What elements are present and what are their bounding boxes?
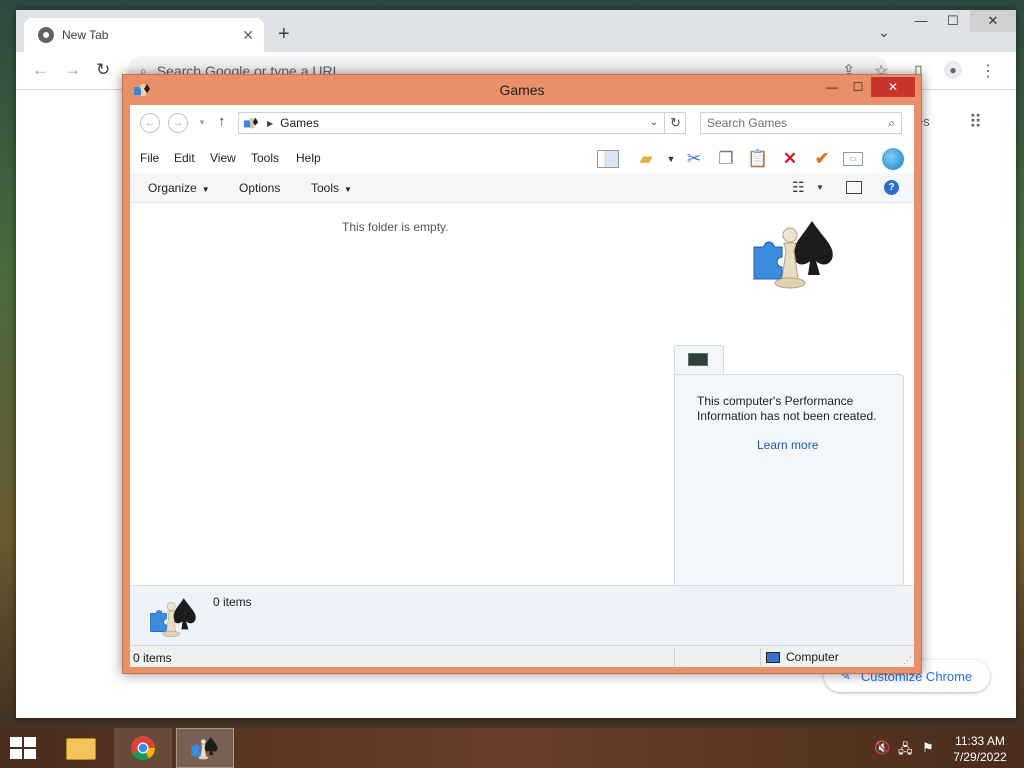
- games-icon: [243, 117, 259, 129]
- windows-start-icon[interactable]: [10, 737, 38, 759]
- games-icon: [191, 737, 218, 760]
- change-view-icon[interactable]: ☷: [792, 179, 805, 196]
- chevron-down-icon: ▼: [344, 185, 352, 194]
- command-bar: Organize ▼ Options Tools ▼ ☷ ▼ ?: [130, 173, 914, 203]
- menu-help[interactable]: Help: [296, 151, 321, 165]
- apps-grid-icon[interactable]: ⠿: [969, 112, 982, 133]
- games-maximize-button[interactable]: ☐: [845, 77, 871, 97]
- paste-icon[interactable]: 📋: [747, 148, 769, 170]
- forward-icon[interactable]: →: [168, 113, 188, 133]
- preview-pane-icon[interactable]: [846, 181, 862, 194]
- learn-more-link[interactable]: Learn more: [757, 438, 818, 452]
- chrome-tabstrip: New Tab ✕ + ⌄ — ☐ ✕: [16, 10, 1016, 52]
- details-pane: 0 items: [130, 585, 914, 645]
- copy-icon[interactable]: ❐: [715, 148, 737, 170]
- games-close-button[interactable]: ✕: [871, 77, 915, 97]
- profile-avatar-icon[interactable]: ●: [944, 61, 962, 79]
- games-body: ← → ▼ ↑ ▶ Games ⌄ ↻ Search Games ⌕ File …: [130, 105, 914, 667]
- organize-button[interactable]: Organize ▼: [148, 181, 210, 195]
- address-bar[interactable]: ▶ Games: [238, 112, 686, 134]
- help-icon[interactable]: ?: [884, 180, 899, 195]
- tab-search-button[interactable]: ⌄: [878, 24, 890, 41]
- performance-tab[interactable]: [674, 345, 724, 375]
- organize-label: Organize: [148, 181, 197, 195]
- properties-icon[interactable]: ▭: [843, 152, 863, 166]
- address-dropdown-icon[interactable]: ⌄: [646, 112, 662, 134]
- back-icon[interactable]: ←: [140, 113, 160, 133]
- forward-icon[interactable]: →: [64, 60, 81, 80]
- monitor-icon: [688, 353, 708, 366]
- menu-view[interactable]: View: [210, 151, 236, 165]
- back-icon[interactable]: ←: [32, 60, 49, 80]
- menu-tools[interactable]: Tools: [251, 151, 279, 165]
- resize-grip-icon[interactable]: ⋰: [903, 655, 912, 666]
- refresh-icon[interactable]: ↻: [664, 112, 686, 134]
- performance-panel: This computer's Performance Information …: [674, 374, 904, 604]
- delete-icon[interactable]: ✕: [779, 148, 801, 170]
- menu-file[interactable]: File: [140, 151, 159, 165]
- view-dropdown-icon[interactable]: ▼: [816, 183, 824, 192]
- status-location: Computer: [766, 650, 839, 664]
- address-row: ← → ▼ ↑ ▶ Games ⌄ ↻ Search Games ⌕: [130, 105, 914, 143]
- chrome-tab-new-tab[interactable]: New Tab ✕: [24, 18, 264, 52]
- chrome-minimize-button[interactable]: —: [906, 10, 936, 32]
- status-item-count: 0 items: [133, 651, 172, 665]
- performance-info-text: This computer's Performance Information …: [697, 394, 877, 423]
- new-tab-button[interactable]: +: [278, 24, 290, 44]
- layout-pane-icon[interactable]: [597, 150, 619, 168]
- taskbar-chrome[interactable]: [114, 728, 172, 768]
- folder-dropdown-icon[interactable]: ▼: [660, 148, 682, 170]
- folder-options-icon[interactable]: ▰: [635, 148, 657, 170]
- status-divider: [760, 648, 761, 666]
- network-icon[interactable]: 🖧: [898, 740, 913, 762]
- taskbar: 🔇 🖧 ⚑ 11:33 AM 7/29/2022: [0, 728, 1024, 768]
- computer-icon: [766, 651, 780, 663]
- games-icon: [150, 598, 196, 638]
- games-titlebar[interactable]: Games — ☐ ✕: [123, 75, 921, 105]
- chrome-close-button[interactable]: ✕: [970, 10, 1016, 32]
- speaker-muted-icon[interactable]: 🔇: [874, 740, 890, 756]
- reload-icon[interactable]: ↻: [96, 60, 110, 80]
- search-icon[interactable]: ⌕: [888, 116, 895, 131]
- tools-button[interactable]: Tools ▼: [311, 181, 352, 195]
- chevron-down-icon: ▼: [201, 185, 210, 194]
- flag-icon[interactable]: ⚑: [922, 740, 934, 756]
- tab-title: New Tab: [62, 28, 109, 42]
- check-icon[interactable]: ✔: [811, 148, 833, 170]
- scissors-icon[interactable]: ✂: [683, 148, 705, 170]
- folder-icon: [66, 738, 96, 760]
- tools-label: Tools: [311, 181, 340, 195]
- options-button[interactable]: Options: [239, 181, 280, 195]
- up-folder-icon[interactable]: ↑: [218, 113, 226, 130]
- puzzle-icon: [753, 241, 783, 280]
- status-location-label: Computer: [786, 650, 839, 664]
- chrome-menu-icon[interactable]: ⋮: [980, 61, 996, 81]
- chrome-icon: [131, 736, 155, 761]
- breadcrumb-games[interactable]: Games: [280, 116, 319, 130]
- status-divider: [674, 648, 675, 666]
- games-window-title: Games: [499, 82, 545, 98]
- empty-folder-message: This folder is empty.: [342, 220, 449, 234]
- search-placeholder: Search Games: [707, 116, 788, 130]
- details-item-count: 0 items: [213, 595, 252, 609]
- menu-edit[interactable]: Edit: [174, 151, 195, 165]
- clock-time: 11:33 AM: [955, 734, 1005, 748]
- tab-close-icon[interactable]: ✕: [242, 27, 254, 44]
- recent-pages-dropdown-icon[interactable]: ▼: [198, 118, 206, 127]
- taskbar-clock[interactable]: 11:33 AM 7/29/2022: [944, 733, 1016, 765]
- globe-icon[interactable]: [882, 148, 904, 170]
- status-bar: 0 items Computer ⋰: [130, 645, 914, 667]
- chrome-icon: [38, 27, 54, 43]
- taskbar-file-explorer[interactable]: [52, 728, 110, 768]
- taskbar-games[interactable]: [176, 728, 234, 768]
- menu-bar: File Edit View Tools Help ▰ ▼ ✂ ❐ 📋 ✕ ✔ …: [130, 143, 914, 173]
- spade-icon: [793, 221, 833, 275]
- chrome-maximize-button[interactable]: ☐: [938, 10, 968, 32]
- clock-date: 7/29/2022: [953, 750, 1007, 764]
- breadcrumb-arrow-icon[interactable]: ▶: [267, 119, 273, 128]
- games-minimize-button[interactable]: —: [819, 77, 845, 97]
- search-games-input[interactable]: Search Games ⌕: [700, 112, 902, 134]
- games-window: Games — ☐ ✕ ← → ▼ ↑ ▶ Games ⌄ ↻ Search G…: [122, 74, 922, 674]
- games-explorer-art: [753, 221, 833, 289]
